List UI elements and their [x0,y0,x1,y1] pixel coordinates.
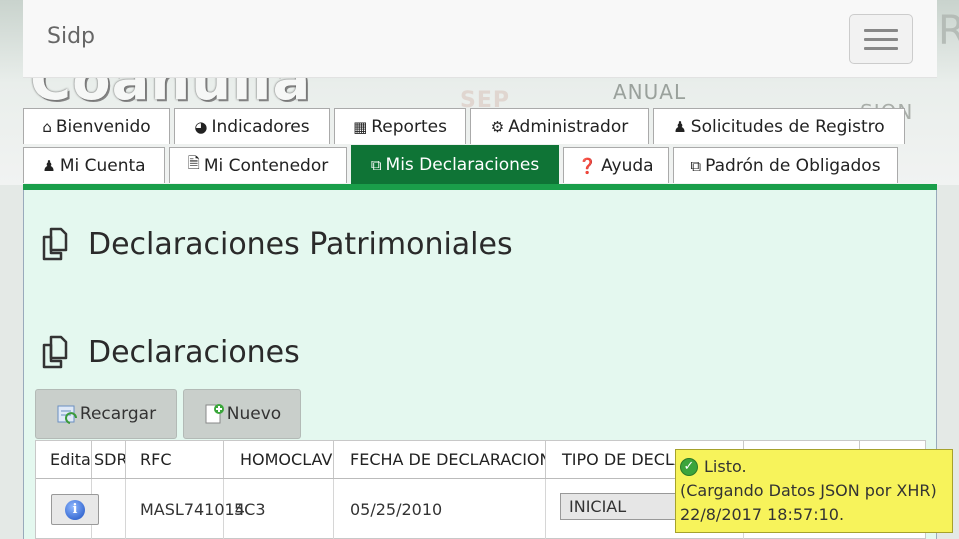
reload-button[interactable]: Recargar [35,389,177,439]
brand-name[interactable]: Sidp [47,24,95,49]
copy-icon: ⧉ [370,156,382,174]
column-header-editar[interactable]: Editar [36,441,92,478]
table-cell-homoclave: 5C3 [224,479,334,539]
table-cell-rfc: MASL741014 [126,479,245,539]
tab-reportes[interactable]: ▦ Reportes [334,108,466,144]
column-header-rfc[interactable]: RFC [126,441,224,478]
tab-label: Padrón de Obligados [705,155,881,176]
new-document-icon [205,404,224,424]
info-icon: i [65,499,85,520]
page-title: Declaraciones Patrimoniales [38,226,513,262]
tab-label: Indicadores [211,116,310,137]
tab-indicadores[interactable]: ◕ Indicadores [174,108,330,144]
tab-label: Solicitudes de Registro [690,116,885,137]
top-navbar: Sidp [23,0,937,78]
home-icon: ⌂ [42,117,52,136]
table-cell-sdr [92,479,126,539]
tab-padron-obligados[interactable]: ⧉ Padrón de Obligados [673,147,898,183]
new-button-label: Nuevo [226,404,282,424]
column-header-sdr[interactable]: SDR [92,441,126,478]
reload-icon [57,405,77,424]
status-text: Listo. [704,457,747,476]
page-title-text: Declaraciones Patrimoniales [88,226,513,262]
tab-mi-contenedor[interactable]: 🗎 Mi Contenedor [169,147,347,183]
check-icon: ✓ [680,458,698,476]
banner-r-text: R [938,8,959,54]
table-cell-fecha: 05/25/2010 [334,479,546,539]
bar-chart-icon: ▦ [353,117,368,136]
column-header-homoclave[interactable]: HOMOCLAVE [224,441,334,478]
tab-label: Administrador [508,116,629,137]
menu-toggle-button[interactable] [849,14,913,64]
tab-label: Mi Contenedor [203,155,329,176]
tab-label: Mi Cuenta [59,155,146,176]
copy-icon [42,227,68,261]
tab-mis-declaraciones[interactable]: ⧉ Mis Declaraciones [351,145,559,184]
tab-label: Reportes [371,116,447,137]
section-title-text: Declaraciones [88,334,300,370]
tab-administrador[interactable]: ⚙ Administrador [470,108,649,144]
new-button[interactable]: Nuevo [183,389,301,439]
dashboard-icon: ◕ [194,117,208,136]
tab-label: Ayuda [601,155,654,176]
status-tooltip: ✓ Listo. (Cargando Datos JSON por XHR) 2… [675,449,953,533]
declaration-type-select[interactable]: INICIAL [560,493,678,520]
tab-label: Mis Declaraciones [385,155,540,175]
copy-icon: ⧉ [690,156,702,175]
tab-solicitudes-registro[interactable]: ♟ Solicitudes de Registro [653,108,905,144]
hamburger-icon-line [864,38,898,41]
column-header-fecha[interactable]: FECHA DE DECLARACION [334,441,546,478]
banner-anual-text: ANUAL [613,80,687,104]
gears-icon: ⚙ [490,117,505,136]
tab-bienvenido[interactable]: ⌂ Bienvenido [23,108,170,144]
tab-ayuda[interactable]: ❓ Ayuda [563,147,669,183]
reload-button-label: Recargar [79,404,157,424]
copy-icon [42,335,68,369]
users-icon: ♟ [673,117,687,136]
tab-label: Bienvenido [55,116,151,137]
tab-mi-cuenta[interactable]: ♟ Mi Cuenta [23,147,165,183]
status-detail: (Cargando Datos JSON por XHR) [680,481,937,500]
status-timestamp: 22/8/2017 18:57:10. [680,505,845,524]
question-circle-icon: ❓ [578,156,598,175]
file-icon: 🗎 [187,154,200,172]
hamburger-icon-line [864,47,898,50]
section-title: Declaraciones [38,334,300,370]
hamburger-icon [864,29,898,32]
user-icon: ♟ [42,156,56,175]
